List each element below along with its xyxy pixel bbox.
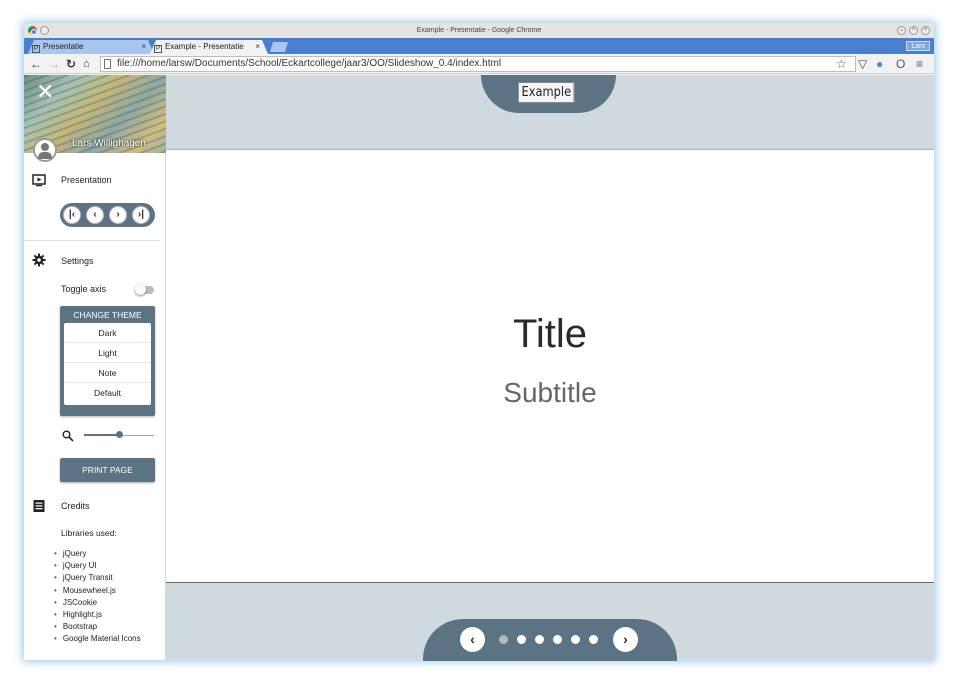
sidebar: ✕ Lars Willighagen Presentation |‹ ‹ › ›… — [24, 75, 166, 660]
extension-shield-icon[interactable]: ▽ — [858, 56, 867, 72]
close-icon[interactable]: ✕ — [36, 81, 54, 103]
close-tab-icon[interactable]: × — [141, 40, 146, 54]
page-icon — [104, 59, 111, 69]
next-arrow-icon[interactable]: › — [613, 627, 638, 652]
close-window-icon[interactable]: × — [921, 26, 930, 35]
credits-icon — [33, 500, 45, 512]
previous-slide-icon[interactable]: ‹ — [86, 206, 104, 224]
slide-dot-6[interactable] — [589, 635, 598, 644]
back-arrow-icon[interactable]: ← — [30, 56, 42, 72]
slide-dot-2[interactable] — [517, 635, 526, 644]
libraries-list: jQuery jQuery UI jQuery Transit Mousewhe… — [54, 548, 141, 646]
library-item: jQuery UI — [54, 560, 141, 572]
library-item: Mousewheel.js — [54, 585, 141, 597]
theme-option-default[interactable]: Default — [64, 383, 151, 403]
tab-strip: P Presentatie × P Example - Presentatie × … — [24, 38, 934, 54]
web-page: ✕ Lars Willighagen Presentation |‹ ‹ › ›… — [24, 75, 934, 661]
presentation-controls: |‹ ‹ › ›| — [60, 203, 155, 227]
window-title: Example - Presentatie - Google Chrome — [416, 27, 542, 34]
chrome-menu-icon[interactable]: ≡ — [916, 56, 923, 72]
library-item: JSCookie — [54, 597, 141, 609]
address-bar[interactable]: file:///home/larsw/Documents/School/Ecka… — [100, 56, 856, 72]
next-slide-icon[interactable]: › — [109, 206, 127, 224]
theme-option-light[interactable]: Light — [64, 343, 151, 363]
library-item: Google Material Icons — [54, 633, 141, 645]
presentation-area: Example Title Subtitle ‹ › — [166, 75, 934, 661]
close-tab-icon[interactable]: × — [253, 40, 260, 54]
library-item: Highlight.js — [54, 609, 141, 621]
settings-label: Settings — [61, 256, 94, 266]
user-name: Lars Willighagen — [72, 138, 146, 149]
zoom-slider-fill — [84, 434, 119, 436]
home-icon[interactable]: ⌂ — [83, 56, 90, 72]
new-tab-button[interactable] — [270, 42, 288, 52]
bottom-frame: ‹ › — [166, 582, 934, 661]
extension-opera-icon[interactable]: O — [896, 56, 905, 72]
last-slide-icon[interactable]: ›| — [132, 206, 150, 224]
page-favicon-icon: P — [33, 46, 38, 52]
slide-navigation: ‹ › — [423, 619, 677, 661]
library-item: jQuery — [54, 548, 141, 560]
theme-option-dark[interactable]: Dark — [64, 323, 151, 343]
change-theme-title: CHANGE THEME — [73, 310, 142, 320]
forward-arrow-icon[interactable]: → — [48, 56, 60, 72]
title-bar: Example - Presentatie - Google Chrome ⌄ … — [24, 23, 934, 38]
library-item: Bootstrap — [54, 621, 141, 633]
maximize-icon[interactable]: ˄ — [909, 26, 918, 35]
slide-subtitle: Subtitle — [503, 377, 597, 408]
gear-icon — [32, 253, 46, 267]
toggle-axis-switch[interactable] — [135, 284, 154, 295]
browser-window: Example - Presentatie - Google Chrome ⌄ … — [24, 23, 934, 661]
tab-label: Example - Presentatie — [165, 42, 244, 51]
library-item: jQuery Transit — [54, 572, 141, 584]
credits-label: Credits — [61, 501, 90, 511]
tab-example-presentatie[interactable]: P Example - Presentatie × — [150, 40, 268, 54]
slide-dot-1[interactable] — [499, 635, 508, 644]
bookmark-star-icon[interactable]: ☆ — [836, 56, 847, 72]
theme-list: Dark Light Note Default — [64, 323, 151, 405]
chrome-logo-icon — [28, 26, 37, 35]
tab-label: Presentatie — [43, 42, 84, 51]
url-text: file:///home/larsw/Documents/School/Ecka… — [117, 58, 502, 69]
slide-title: Title — [512, 312, 588, 356]
first-slide-icon[interactable]: |‹ — [63, 206, 81, 224]
search-icon — [62, 430, 74, 442]
slide-dot-4[interactable] — [553, 635, 562, 644]
slide-dot-3[interactable] — [535, 635, 544, 644]
presentation-label: Presentation — [61, 175, 112, 185]
libraries-title: Libraries used: — [61, 528, 117, 538]
slide: Title Subtitle — [166, 151, 934, 582]
minimize-icon[interactable]: ⌄ — [897, 26, 906, 35]
top-frame: Example — [166, 75, 934, 150]
divider — [24, 240, 160, 241]
profile-button[interactable]: Lars — [906, 41, 930, 51]
slide-dot-5[interactable] — [571, 635, 580, 644]
theme-option-note[interactable]: Note — [64, 363, 151, 383]
previous-arrow-icon[interactable]: ‹ — [460, 627, 485, 652]
theme-panel: CHANGE THEME Dark Light Note Default — [60, 306, 155, 416]
extension-blue-icon[interactable]: ● — [876, 56, 883, 72]
page-favicon-icon: P — [155, 46, 160, 52]
tab-presentatie[interactable]: P Presentatie × — [28, 40, 154, 54]
window-menu-icon[interactable] — [40, 26, 49, 35]
toggle-axis-label: Toggle axis — [61, 284, 107, 294]
reload-icon[interactable]: ↻ — [66, 56, 76, 72]
avatar — [33, 138, 57, 162]
slideshow-icon — [32, 174, 46, 187]
browser-toolbar: ← → ↻ ⌂ file:///home/larsw/Documents/Sch… — [24, 54, 934, 74]
header-tab: Example — [481, 75, 616, 113]
print-page-button[interactable]: PRINT PAGE — [60, 458, 155, 482]
presentation-title: Example — [518, 82, 575, 103]
zoom-slider-thumb[interactable] — [115, 431, 123, 438]
